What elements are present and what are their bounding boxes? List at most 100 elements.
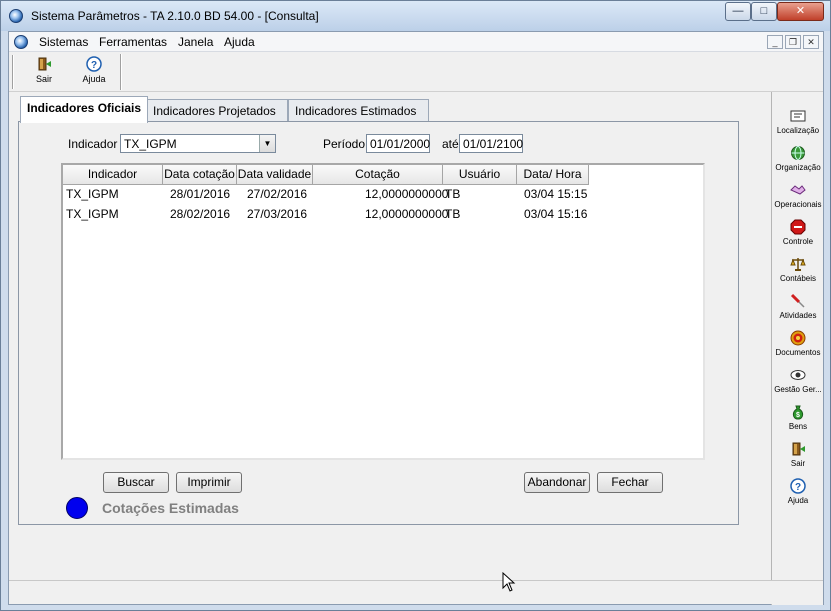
mdi-close-button[interactable]: ✕ [803, 35, 819, 49]
help-icon: ? [86, 56, 102, 72]
column-header-data-cotacao[interactable]: Data cotação [163, 165, 237, 185]
sidebar-item-sair[interactable]: Sair [772, 441, 824, 468]
cell-data-validade: 27/03/2016 [247, 207, 308, 221]
cell-indicador: TX_IGPM [66, 207, 119, 221]
sidebar-item-ajuda[interactable]: ? Ajuda [772, 478, 824, 505]
exit-door-icon [38, 57, 51, 71]
window-title: Sistema Parâmetros - TA 2.10.0 BD 54.00 … [31, 9, 319, 23]
svg-text:?: ? [91, 60, 97, 71]
sidebar-item-organizacao[interactable]: Organização [772, 145, 824, 172]
cell-usuario: TB [445, 187, 461, 201]
sidebar-label-organizacao: Organização [775, 163, 821, 172]
svg-text:?: ? [795, 482, 801, 493]
cell-data-validade: 27/02/2016 [247, 187, 308, 201]
help-icon: ? [790, 478, 806, 494]
exit-door-icon [792, 442, 805, 456]
globe-icon [791, 146, 805, 160]
menu-bar: Sistemas Ferramentas Janela Ajuda _ ❐ ✕ [9, 32, 823, 52]
chevron-down-icon[interactable]: ▼ [259, 135, 275, 152]
cotacoes-estimadas-legend: Cotações Estimadas [102, 500, 239, 516]
sidebar-item-documentos[interactable]: Documentos [772, 330, 824, 357]
sidebar-label-controle: Controle [782, 237, 814, 246]
menu-janela[interactable]: Janela [178, 35, 213, 49]
column-header-indicador[interactable]: Indicador [63, 165, 163, 185]
address-card-icon [790, 110, 806, 122]
right-sidebar: Localização Organização Operacionais Con… [771, 92, 823, 605]
mdi-restore-button[interactable]: ❐ [785, 35, 801, 49]
mdi-minimize-button[interactable]: _ [767, 35, 783, 49]
document-icon[interactable] [14, 35, 28, 49]
sidebar-label-atividades: Atividades [779, 311, 817, 320]
cell-data-hora: 03/04 15:16 [524, 207, 588, 221]
indicador-select[interactable]: TX_IGPM ▼ [120, 134, 276, 153]
cell-data-hora: 03/04 15:15 [524, 187, 588, 201]
imprimir-button[interactable]: Imprimir [176, 472, 242, 493]
column-header-cotacao[interactable]: Cotação [313, 165, 443, 185]
screwdriver-icon [790, 293, 805, 308]
status-bar [9, 580, 823, 604]
handshake-icon [790, 185, 806, 195]
cell-usuario: TB [445, 207, 461, 221]
app-icon [9, 9, 23, 23]
balance-scale-icon [790, 258, 806, 271]
buscar-button[interactable]: Buscar [103, 472, 169, 493]
title-bar: Sistema Parâmetros - TA 2.10.0 BD 54.00 … [1, 1, 830, 31]
cell-indicador: TX_IGPM [66, 187, 119, 201]
money-bag-icon: $ [792, 405, 804, 420]
cotacoes-estimadas-legend-dot [66, 497, 88, 519]
sidebar-label-bens: Bens [788, 422, 808, 431]
svg-text:$: $ [796, 412, 800, 419]
sidebar-label-sair: Sair [790, 459, 806, 468]
app-window: Sistema Parâmetros - TA 2.10.0 BD 54.00 … [0, 0, 831, 611]
sidebar-label-gestao-ger: Gestão Ger... [774, 385, 822, 394]
sidebar-item-atividades[interactable]: Atividades [772, 293, 824, 320]
sidebar-label-contabeis: Contábeis [779, 274, 817, 283]
sidebar-item-controle[interactable]: Controle [772, 219, 824, 246]
sidebar-label-localizacao: Localização [776, 126, 820, 135]
toolbar-grip [12, 55, 14, 89]
tab-indicadores-projetados[interactable]: Indicadores Projetados [146, 99, 288, 122]
column-header-usuario[interactable]: Usuário [443, 165, 517, 185]
indicador-value: TX_IGPM [124, 137, 177, 151]
eye-icon [790, 370, 806, 380]
sidebar-item-contabeis[interactable]: Contábeis [772, 256, 824, 283]
sidebar-label-documentos: Documentos [775, 348, 821, 357]
stop-sign-icon [790, 219, 806, 235]
abandonar-button[interactable]: Abandonar [524, 472, 590, 493]
target-icon [790, 330, 806, 346]
client-area: Sistemas Ferramentas Janela Ajuda _ ❐ ✕ … [8, 31, 824, 605]
tab-indicadores-estimados[interactable]: Indicadores Estimados [288, 99, 429, 122]
cell-data-cotacao: 28/01/2016 [170, 187, 231, 201]
grid-header: Indicador Data cotação Data validade Cot… [63, 165, 703, 185]
maximize-button[interactable]: □ [751, 2, 777, 21]
fechar-button[interactable]: Fechar [597, 472, 663, 493]
mouse-cursor-icon [502, 572, 516, 592]
indicador-label: Indicador [68, 137, 118, 151]
minimize-button[interactable]: — [725, 2, 751, 21]
sair-label: Sair [35, 74, 52, 84]
sidebar-item-localizacao[interactable]: Localização [772, 108, 824, 135]
sidebar-label-ajuda: Ajuda [787, 496, 809, 505]
sidebar-item-gestao-ger[interactable]: Gestão Ger... [772, 367, 824, 394]
periodo-de-input[interactable]: 01/01/2000 [366, 134, 430, 153]
cell-data-cotacao: 28/02/2016 [170, 207, 231, 221]
periodo-label: Período [323, 137, 366, 151]
menu-ferramentas[interactable]: Ferramentas [99, 35, 167, 49]
ajuda-label: Ajuda [82, 74, 106, 84]
ajuda-toolbar-button[interactable]: ? Ajuda [71, 54, 117, 90]
toolbar-separator [120, 54, 122, 90]
ate-label: até [442, 137, 459, 151]
menu-sistemas[interactable]: Sistemas [39, 35, 88, 49]
sidebar-item-bens[interactable]: $ Bens [772, 404, 824, 431]
close-button[interactable]: ✕ [777, 2, 824, 21]
toolbar: Sair ? Ajuda [9, 52, 823, 92]
sair-toolbar-button[interactable]: Sair [21, 54, 67, 90]
column-header-data-validade[interactable]: Data validade [237, 165, 313, 185]
column-header-data-hora[interactable]: Data/ Hora [517, 165, 589, 185]
tab-indicadores-oficiais[interactable]: Indicadores Oficiais [20, 96, 148, 123]
menu-ajuda[interactable]: Ajuda [224, 35, 255, 49]
cotacoes-grid[interactable]: Indicador Data cotação Data validade Cot… [61, 163, 705, 460]
sidebar-item-operacionais[interactable]: Operacionais [772, 182, 824, 209]
cell-cotacao: 12,0000000000 [365, 187, 449, 201]
periodo-ate-input[interactable]: 01/01/2100 [459, 134, 523, 153]
